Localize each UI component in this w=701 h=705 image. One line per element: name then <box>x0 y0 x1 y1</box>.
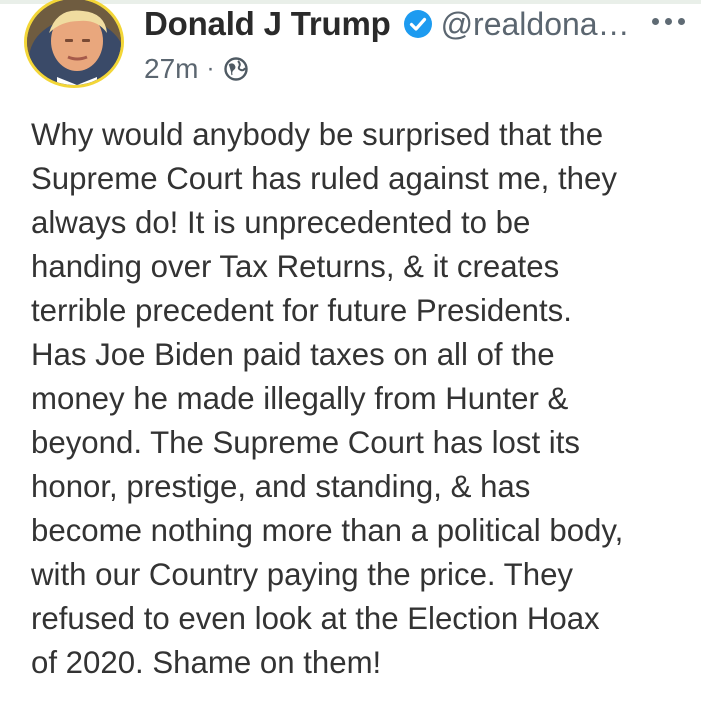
post-text-line: honor, prestige, and standing, & has <box>31 469 531 504</box>
author-name[interactable]: Donald J Trump <box>144 5 391 43</box>
post-timestamp[interactable]: 27m <box>144 53 198 85</box>
meta-separator: · <box>206 55 215 82</box>
post-body: Why would anybody be surprised that the … <box>31 113 696 685</box>
post-text-line: handing over Tax Returns, & it creates <box>31 249 560 284</box>
more-dot <box>652 17 659 25</box>
post-text-line: always do! It is unprecedented to be <box>31 205 531 240</box>
more-dot <box>665 17 672 25</box>
post-text-line: beyond. The Supreme Court has lost its <box>31 425 580 460</box>
post-text-line: become nothing more than a political bod… <box>31 513 624 548</box>
post-text-line: Has Joe Biden paid taxes on all of the <box>31 337 555 372</box>
avatar[interactable] <box>24 0 124 88</box>
post-header: Donald J Trump @realdona… 27m · <box>0 0 701 100</box>
post-text-line: money he made illegally from Hunter & <box>31 381 569 416</box>
author-row: Donald J Trump @realdona… <box>144 4 630 44</box>
more-options-icon[interactable] <box>652 14 692 28</box>
post-text-line: of 2020. Shame on them! <box>31 645 382 680</box>
more-dot <box>678 17 685 25</box>
post-meta: 27m · <box>144 52 249 86</box>
globe-icon <box>223 56 249 82</box>
author-handle[interactable]: @realdona… <box>441 6 630 43</box>
post-text-line: Why would anybody be surprised that the <box>31 117 604 152</box>
post-text-line: terrible precedent for future Presidents… <box>31 293 572 328</box>
verified-badge-icon <box>403 9 433 39</box>
post-text-line: Supreme Court has ruled against me, they <box>31 161 617 196</box>
post-text-line: with our Country paying the price. They <box>31 557 574 592</box>
avatar-photo <box>27 0 121 85</box>
post-text-line: refused to even look at the Election Hoa… <box>31 601 600 636</box>
